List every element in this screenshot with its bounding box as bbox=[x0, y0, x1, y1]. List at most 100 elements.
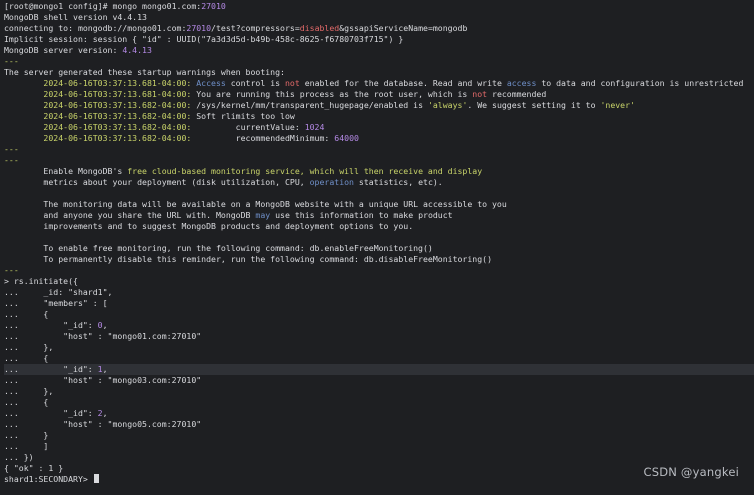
terminal-line: MongoDB server version: 4.4.13 bbox=[4, 45, 754, 56]
terminal-text-segment: disabled bbox=[299, 23, 340, 33]
terminal-text-segment: ... { bbox=[4, 397, 49, 407]
terminal-text-segment: { "ok" : 1 } bbox=[4, 463, 64, 473]
terminal-text-segment: 2024-06-16T03:37:13.682-04:00: bbox=[4, 111, 197, 121]
terminal-text-segment: Soft rlimits too low bbox=[196, 111, 295, 121]
terminal-text-segment: ... "host" : "mongo05.com:27010" bbox=[4, 419, 202, 429]
terminal-line: --- bbox=[4, 155, 754, 166]
terminal-line: ... "host" : "mongo05.com:27010" bbox=[4, 419, 754, 430]
terminal-text-segment: 27010 bbox=[201, 1, 226, 11]
terminal-text-segment: MongoDB server version: bbox=[4, 45, 123, 55]
terminal-text-segment: The server generated these startup warni… bbox=[4, 67, 285, 77]
terminal-text-segment: ... "_id": bbox=[4, 364, 98, 374]
terminal-text-segment: may bbox=[255, 210, 271, 220]
terminal-line: 2024-06-16T03:37:13.681-04:00: Access co… bbox=[4, 78, 754, 89]
terminal-line: ... } bbox=[4, 430, 754, 441]
terminal-line: ... ] bbox=[4, 441, 754, 452]
terminal-text-segment: shard1:SECONDARY> bbox=[4, 474, 93, 484]
terminal-line: ... { bbox=[4, 353, 754, 364]
terminal-text-segment: To enable free monitoring, run the follo… bbox=[4, 243, 433, 253]
terminal-line: ... }, bbox=[4, 342, 754, 353]
terminal-text-segment: MongoDB shell version v4.4.13 bbox=[4, 12, 147, 22]
terminal-line: connecting to: mongodb://mongo01.com:270… bbox=[4, 23, 754, 34]
terminal-line: --- bbox=[4, 144, 754, 155]
terminal-text-segment: --- bbox=[4, 265, 19, 275]
terminal-line: ... { bbox=[4, 397, 754, 408]
terminal-line: 2024-06-16T03:37:13.682-04:00: Soft rlim… bbox=[4, 111, 754, 122]
terminal-text-segment: ... }) bbox=[4, 452, 34, 462]
terminal-line: improvements and to suggest MongoDB prod… bbox=[4, 221, 754, 232]
terminal-line: ... "host" : "mongo01.com:27010" bbox=[4, 331, 754, 342]
terminal-text-segment: 'never' bbox=[600, 100, 635, 110]
terminal-line: ... "host" : "mongo03.com:27010" bbox=[4, 375, 754, 386]
terminal-text-segment: 64000 bbox=[334, 133, 359, 143]
terminal-text-segment: , bbox=[102, 408, 108, 418]
terminal-line: ... }, bbox=[4, 386, 754, 397]
terminal-output[interactable]: [root@mongo1 config]# mongo mongo01.com:… bbox=[0, 0, 754, 495]
terminal-text-segment: [root@mongo1 config]# bbox=[4, 1, 113, 11]
terminal-text-segment: not bbox=[472, 89, 488, 99]
terminal-text-segment: ... }, bbox=[4, 342, 54, 352]
terminal-text-segment: 27010 bbox=[186, 23, 212, 33]
terminal-text-segment: ... } bbox=[4, 430, 49, 440]
terminal-text-segment: --- bbox=[4, 144, 19, 154]
terminal-text-segment: 2024-06-16T03:37:13.682-04:00: bbox=[4, 133, 197, 143]
terminal-text-segment: ... { bbox=[4, 353, 49, 363]
terminal-text-segment: , bbox=[102, 320, 108, 330]
terminal-text-segment: currentValue: bbox=[196, 122, 305, 132]
terminal-text-segment: 4.4.13 bbox=[122, 45, 152, 55]
terminal-line: To enable free monitoring, run the follo… bbox=[4, 243, 754, 254]
terminal-text-segment: connecting to: mongodb://mongo01.com: bbox=[4, 23, 187, 33]
terminal-text-segment: recommended bbox=[487, 89, 547, 99]
terminal-text-segment: improvements and to suggest MongoDB prod… bbox=[4, 221, 414, 231]
terminal-line: --- bbox=[4, 56, 754, 67]
terminal-line: metrics about your deployment (disk util… bbox=[4, 177, 754, 188]
terminal-line: 2024-06-16T03:37:13.681-04:00: You are r… bbox=[4, 89, 754, 100]
terminal-line: Implicit session: session { "id" : UUID(… bbox=[4, 34, 754, 45]
terminal-text-segment: ... "host" : "mongo03.com:27010" bbox=[4, 375, 202, 385]
terminal-line: 2024-06-16T03:37:13.682-04:00: currentVa… bbox=[4, 122, 754, 133]
terminal-text-segment: Access bbox=[196, 78, 226, 88]
terminal-line: ... "_id": 1, bbox=[4, 364, 754, 375]
terminal-text-segment: recommendedMinimum: bbox=[196, 133, 335, 143]
terminal-text-segment: > rs.initiate({ bbox=[4, 276, 78, 286]
terminal-text-segment: ... ] bbox=[4, 441, 49, 451]
terminal-line: To permanently disable this reminder, ru… bbox=[4, 254, 754, 265]
terminal-text-segment: ... "_id": bbox=[4, 320, 98, 330]
terminal-line: ... { bbox=[4, 309, 754, 320]
terminal-text-segment: operation bbox=[309, 177, 354, 187]
terminal-text-segment: control is bbox=[225, 78, 285, 88]
watermark: CSDN @yangkei bbox=[643, 465, 739, 479]
terminal-text-segment: /sys/kernel/mm/transparent_hugepage/enab… bbox=[196, 100, 428, 110]
terminal-text-segment: Enable MongoDB's bbox=[4, 166, 128, 176]
terminal-line: ... "members" : [ bbox=[4, 298, 754, 309]
terminal-text-segment: , bbox=[102, 364, 108, 374]
terminal-text-segment: ... "host" : "mongo01.com:27010" bbox=[4, 331, 202, 341]
terminal-text-segment: mongo mongo01.com: bbox=[112, 1, 202, 11]
terminal-line: ... }) bbox=[4, 452, 754, 463]
terminal-line: The server generated these startup warni… bbox=[4, 67, 754, 78]
terminal-text-segment: 2024-06-16T03:37:13.682-04:00: bbox=[4, 122, 197, 132]
terminal-line: 2024-06-16T03:37:13.682-04:00: recommend… bbox=[4, 133, 754, 144]
terminal-text-segment: and anyone you share the URL with. Mongo… bbox=[4, 210, 256, 220]
terminal-line: 2024-06-16T03:37:13.682-04:00: /sys/kern… bbox=[4, 100, 754, 111]
terminal-text-segment: ... "_id": bbox=[4, 408, 98, 418]
terminal-text-segment: access bbox=[506, 78, 537, 88]
terminal-line: > rs.initiate({ bbox=[4, 276, 754, 287]
terminal-text-segment: 2024-06-16T03:37:13.681-04:00: bbox=[4, 78, 197, 88]
terminal-text-segment: /test?compressors= bbox=[211, 23, 300, 33]
terminal-line: [root@mongo1 config]# mongo mongo01.com:… bbox=[4, 1, 754, 12]
cursor bbox=[93, 474, 99, 483]
terminal-line: shard1:SECONDARY> bbox=[4, 474, 754, 485]
terminal-line: ... "_id": 2, bbox=[4, 408, 754, 419]
terminal-text-segment: use this information to make product bbox=[270, 210, 453, 220]
terminal-text-segment: 2024-06-16T03:37:13.681-04:00: bbox=[4, 89, 197, 99]
terminal-line: ... _id: "shard1", bbox=[4, 287, 754, 298]
terminal-text-segment: free cloud-based monitoring service, whi… bbox=[127, 166, 483, 176]
terminal-line: Enable MongoDB's free cloud-based monito… bbox=[4, 166, 754, 177]
terminal-text-segment: --- bbox=[4, 155, 19, 165]
terminal-text-segment: --- bbox=[4, 56, 19, 66]
terminal-text-segment: . We suggest setting it to bbox=[467, 100, 601, 110]
terminal-text-segment: enabled for the database. Read and write bbox=[299, 78, 507, 88]
terminal-text-segment: ... "members" : [ bbox=[4, 298, 108, 308]
